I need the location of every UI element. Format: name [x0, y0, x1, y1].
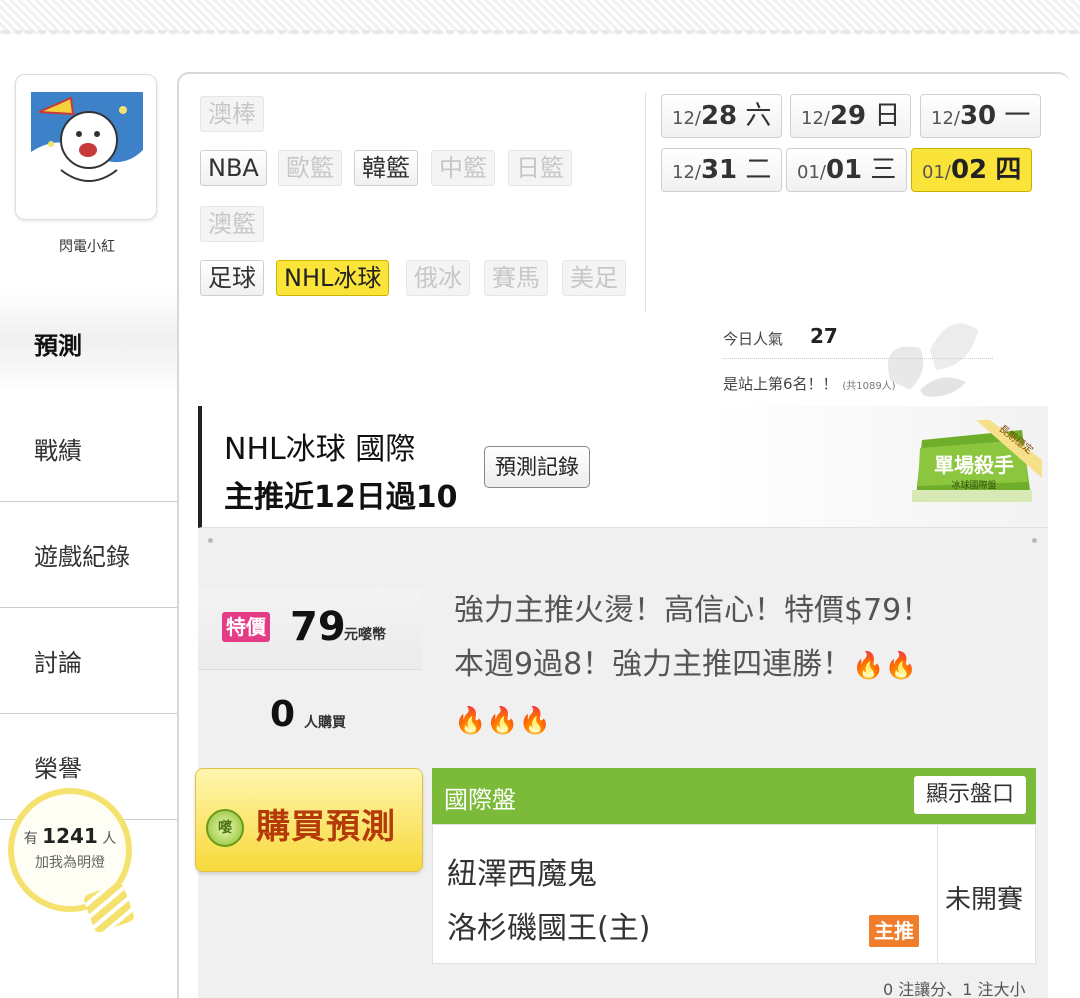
date-day: 02	[950, 155, 988, 185]
date-month: 01/	[922, 162, 951, 183]
main-pick-tag: 主推	[869, 915, 919, 947]
price-unit: 元嘙幣	[344, 627, 386, 643]
coin-icon: 嘙	[206, 809, 244, 847]
date-day: 29	[829, 101, 867, 131]
date-month: 12/	[801, 108, 830, 129]
show-odds-button[interactable]: 顯示盤口	[913, 776, 1026, 814]
league-title: NHL冰球 國際	[224, 432, 416, 467]
price-value: 79	[290, 604, 346, 650]
category-soccer[interactable]: 足球	[200, 260, 264, 296]
nav-item-game-history[interactable]: 遊戲紀錄	[0, 502, 178, 608]
category-aus-basketball[interactable]: 澳籃	[200, 206, 264, 242]
date-day: 30	[959, 101, 997, 131]
category-nhl[interactable]: NHL冰球	[276, 260, 390, 296]
date-1228[interactable]: 12/28 六	[661, 94, 783, 138]
fans-label: 加我為明燈	[35, 855, 105, 871]
promo-line-1: 強力主推火燙！高信心！特價$79！	[454, 593, 932, 628]
fire-icon: 🔥	[454, 706, 487, 736]
date-month: 12/	[672, 108, 701, 129]
nav-item-record[interactable]: 戰績	[0, 396, 178, 502]
top-decorative-strip	[0, 0, 1080, 38]
rank-text: 是站上第6名！！ (共1089人)	[723, 373, 896, 394]
game-status: 未開賽	[945, 885, 1024, 915]
pin-icon	[1032, 538, 1037, 543]
date-0101[interactable]: 01/01 三	[786, 148, 908, 192]
category-russia-hockey[interactable]: 俄冰	[406, 260, 470, 296]
single-game-killer-badge-icon: 單場殺手 冰球國際盤 長期穩定	[912, 420, 1042, 502]
date-month: 12/	[672, 162, 701, 183]
fans-unit: 人	[102, 831, 117, 847]
buy-prediction-button[interactable]: 嘙 購買預測	[195, 768, 423, 872]
date-weekday: 四	[995, 155, 1022, 185]
filter-divider	[645, 92, 646, 312]
prediction-title-card: NHL冰球 國際 主推近12日過10 預測記錄 單場殺手 冰球國際盤 長期穩定	[198, 406, 1048, 528]
date-month: 01/	[797, 162, 826, 183]
date-weekday: 一	[1004, 101, 1031, 131]
home-team: 洛杉磯國王(主)	[447, 911, 651, 946]
date-month: 12/	[931, 108, 960, 129]
date-day: 01	[825, 155, 863, 185]
date-day: 31	[700, 155, 738, 185]
odds-matchup: 紐澤西魔鬼 洛杉磯國王(主) 主推 未開賽	[432, 824, 1036, 964]
category-korea-basketball[interactable]: 韓籃	[354, 150, 418, 186]
popularity-count: 27	[810, 324, 838, 348]
date-weekday: 二	[745, 155, 772, 185]
promo-line-3: 🔥🔥🔥	[454, 693, 1014, 748]
popularity-divider	[723, 358, 993, 359]
nav-item-discussion[interactable]: 討論	[0, 608, 178, 714]
fans-count: 1241	[42, 824, 98, 848]
date-1230[interactable]: 12/30 一	[920, 94, 1042, 138]
popularity-label: 今日人氣	[723, 330, 784, 348]
promo-message: 強力主推火燙！高信心！特價$79！ 本週9過8！強力主推四連勝！🔥🔥 🔥🔥🔥	[454, 584, 1014, 748]
fans-prefix: 有	[23, 831, 38, 847]
category-american-football[interactable]: 美足	[562, 260, 626, 296]
nav-item-prediction[interactable]: 預測	[0, 290, 178, 396]
buyer-count: 0	[270, 694, 296, 735]
date-day: 28	[700, 101, 738, 131]
date-1229[interactable]: 12/29 日	[790, 94, 912, 138]
fire-icon: 🔥	[486, 706, 519, 736]
buy-prediction-label: 購買預測	[256, 807, 396, 847]
date-0102[interactable]: 01/02 四	[911, 148, 1033, 192]
username: 閃電小紅	[59, 239, 115, 255]
fire-icon: 🔥	[852, 651, 885, 681]
odds-divider	[937, 825, 938, 963]
date-weekday: 日	[874, 101, 901, 131]
rank-total: (共1089人)	[842, 381, 896, 392]
fire-icon: 🔥	[884, 651, 917, 681]
promo-line-2: 本週9過8！強力主推四連勝！	[454, 647, 853, 682]
streak-title: 主推近12日過10	[224, 480, 458, 515]
category-horse-racing[interactable]: 賽馬	[484, 260, 548, 296]
pin-icon	[208, 538, 213, 543]
buyer-unit: 人購買	[304, 715, 346, 731]
avatar-frame[interactable]	[15, 74, 157, 220]
sale-tag: 特價	[222, 612, 270, 642]
avatar[interactable]	[31, 92, 143, 202]
odds-title: 國際盤	[444, 786, 516, 814]
date-weekday: 三	[870, 155, 897, 185]
bet-summary: 0 注讓分、1 注大小	[883, 980, 1026, 998]
fire-icon: 🔥	[518, 706, 552, 736]
category-japan-basketball[interactable]: 日籃	[508, 150, 572, 186]
category-aus-baseball[interactable]: 澳棒	[200, 96, 264, 132]
category-euro-basketball[interactable]: 歐籃	[278, 150, 342, 186]
odds-header: 國際盤 顯示盤口	[432, 768, 1036, 824]
fans-count-text: 有 1241 人	[14, 824, 126, 848]
badge-main-text: 單場殺手	[934, 453, 1014, 477]
date-weekday: 六	[745, 101, 772, 131]
date-1231[interactable]: 12/31 二	[661, 148, 783, 192]
promo-line-2-wrap: 本週9過8！強力主推四連勝！🔥🔥	[454, 638, 1014, 693]
away-team: 紐澤西魔鬼	[447, 857, 597, 892]
category-nba[interactable]: NBA	[200, 150, 267, 186]
category-china-basketball[interactable]: 中籃	[431, 150, 495, 186]
badge-sub-text: 冰球國際盤	[951, 479, 996, 491]
price-block: 特價 79 元嘙幣	[198, 588, 422, 670]
prediction-record-button[interactable]: 預測記錄	[484, 446, 590, 488]
rank-label: 是站上第6名！！	[723, 375, 838, 393]
